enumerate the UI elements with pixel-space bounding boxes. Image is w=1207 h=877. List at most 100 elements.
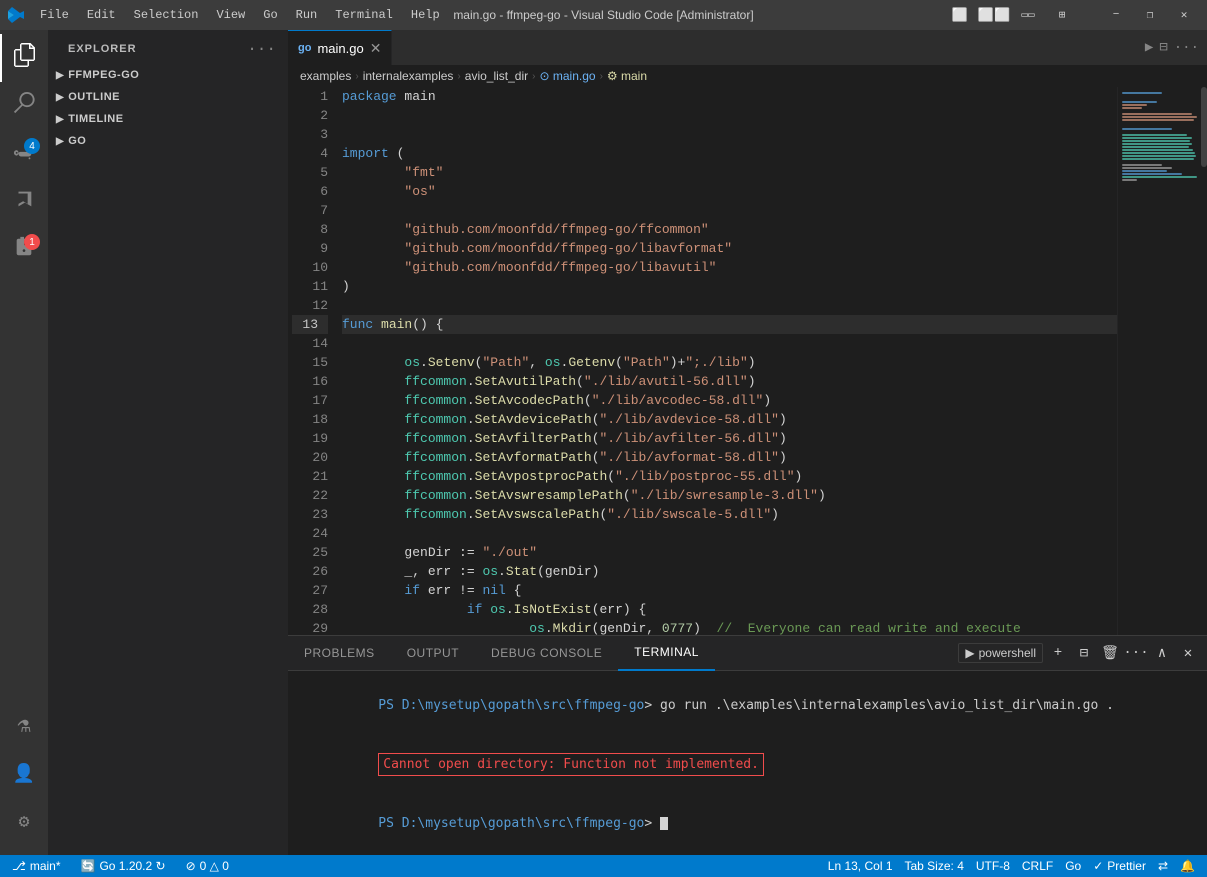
tab-main-go[interactable]: go main.go ✕ (288, 30, 392, 65)
breadcrumb-mainfile[interactable]: ⊙ main.go (539, 69, 595, 83)
activity-explorer[interactable] (0, 34, 48, 82)
scrollbar-thumb[interactable] (1201, 87, 1207, 167)
panel-maximize-button[interactable]: ∧ (1151, 642, 1173, 664)
split-editor-icon[interactable]: ⊟ (1159, 39, 1167, 56)
code-line-11: ) (342, 277, 1117, 296)
code-line-29: os.Mkdir(genDir, 0777) // Everyone can r… (342, 619, 1117, 635)
activity-run[interactable] (0, 178, 48, 226)
layout-button[interactable]: ⬜ (945, 5, 975, 25)
activity-extensions[interactable]: 1 (0, 226, 48, 274)
code-line-16: ffcommon.SetAvutilPath("./lib/avutil-56.… (342, 372, 1117, 391)
trash-button[interactable]: 🗑 (1099, 642, 1121, 664)
sidebar-section-header-outline[interactable]: ▶ OUTLINE (48, 88, 288, 106)
code-line-15: os.Setenv("Path", os.Getenv("Path")+";./… (342, 353, 1117, 372)
source-control-badge: 4 (24, 138, 40, 154)
more-actions-icon[interactable]: ··· (1174, 40, 1199, 56)
menu-file[interactable]: File (32, 6, 77, 24)
ln-9: 9 (292, 239, 328, 258)
breadcrumb-internalexamples[interactable]: internalexamples (363, 69, 454, 83)
add-terminal-button[interactable]: + (1047, 642, 1069, 664)
menu-go[interactable]: Go (255, 6, 285, 24)
term-prompt-1: > go run .\examples\internalexamples\avi… (644, 698, 1114, 713)
split-editor-button[interactable]: ⬜⬜ (979, 5, 1009, 25)
maximize-panel-button[interactable]: ▭▭ (1013, 5, 1043, 25)
layout-options-button[interactable]: ⊞ (1047, 5, 1077, 25)
tab-problems[interactable]: PROBLEMS (288, 636, 391, 671)
activity-source-control[interactable]: 4 (0, 130, 48, 178)
code-content[interactable]: package main import ( "fmt" "os" "github… (338, 87, 1117, 635)
status-bar: ⎇ main* 🔄 Go 1.20.2 ↻ ⊘ 0 △ 0 Ln 13, Col… (0, 855, 1207, 877)
panel-actions: ▶ powershell + ⊟ 🗑 ··· ∧ ✕ (958, 642, 1207, 664)
activity-bar-bottom: ⚗ 👤 ⚙ (0, 703, 48, 855)
menu-edit[interactable]: Edit (79, 6, 124, 24)
ln-15: 15 (292, 353, 328, 372)
ln-29: 29 (292, 619, 328, 635)
activity-test[interactable]: ⚗ (0, 703, 48, 751)
panel: PROBLEMS OUTPUT DEBUG CONSOLE TERMINAL ▶… (288, 635, 1207, 855)
status-tab-size[interactable]: Tab Size: 4 (901, 855, 968, 877)
terminal-content[interactable]: PS D:\mysetup\gopath\src\ffmpeg-go> go r… (288, 671, 1207, 855)
breadcrumb-avio[interactable]: avio_list_dir (465, 69, 528, 83)
minimap-content (1118, 87, 1207, 186)
ln-16: 16 (292, 372, 328, 391)
tabs-bar: go main.go ✕ ▶ ⊟ ··· (288, 30, 1207, 65)
status-cursor-pos[interactable]: Ln 13, Col 1 (824, 855, 897, 877)
ln-5: 5 (292, 163, 328, 182)
breadcrumb-mainfunc[interactable]: ⚙ main (607, 69, 647, 83)
more-terminal-actions[interactable]: ··· (1125, 642, 1147, 664)
status-language[interactable]: Go (1061, 855, 1085, 877)
panel-close-button[interactable]: ✕ (1177, 642, 1199, 664)
sidebar-section-header-timeline[interactable]: ▶ TIMELINE (48, 110, 288, 128)
status-errors[interactable]: ⊘ 0 △ 0 (182, 855, 233, 877)
sidebar-section-header-go[interactable]: ▶ GO (48, 132, 288, 150)
sidebar-more-button[interactable]: ··· (247, 40, 276, 58)
status-eol[interactable]: CRLF (1018, 855, 1057, 877)
activity-account[interactable]: 👤 (0, 751, 48, 799)
activity-search[interactable] (0, 82, 48, 130)
ln-10: 10 (292, 258, 328, 277)
minimap[interactable] (1117, 87, 1207, 635)
breadcrumb-examples[interactable]: examples (300, 69, 351, 83)
menu-help[interactable]: Help (403, 6, 448, 24)
sidebar-section-header-ffmpeg[interactable]: ▶ FFMPEG-GO (48, 66, 288, 84)
status-sync[interactable]: 🔄 Go 1.20.2 ↻ (77, 855, 170, 877)
account-icon: 👤 (13, 766, 35, 784)
status-notifications[interactable]: 🔔 (1176, 855, 1199, 877)
powershell-button[interactable]: ▶ powershell (958, 643, 1043, 663)
menu-view[interactable]: View (208, 6, 253, 24)
code-line-8: "github.com/moonfdd/ffmpeg-go/ffcommon" (342, 220, 1117, 239)
encoding-label: UTF-8 (976, 859, 1010, 873)
ln-12: 12 (292, 296, 328, 315)
close-button[interactable]: ✕ (1169, 5, 1199, 25)
tab-terminal[interactable]: TERMINAL (618, 636, 715, 671)
menu-terminal[interactable]: Terminal (327, 6, 401, 24)
tab-close-button[interactable]: ✕ (370, 40, 382, 57)
split-terminal-button[interactable]: ⊟ (1073, 642, 1095, 664)
restore-button[interactable]: ❐ (1135, 5, 1165, 25)
ln-27: 27 (292, 581, 328, 600)
breadcrumb-sep-1: › (355, 71, 358, 82)
minimize-button[interactable]: − (1101, 5, 1131, 25)
status-prettier[interactable]: ✓ Prettier (1089, 855, 1150, 877)
explorer-icon (13, 43, 37, 73)
minimap-scrollbar[interactable] (1201, 87, 1207, 635)
chevron-right-icon-4: ▶ (56, 136, 64, 147)
code-editor[interactable]: 1 2 3 4 5 6 7 8 9 10 11 12 13 14 15 16 1 (288, 87, 1117, 635)
breadcrumb: examples › internalexamples › avio_list_… (288, 65, 1207, 87)
term-prompt-2: > (644, 816, 660, 831)
status-remote[interactable]: ⇄ (1154, 855, 1172, 877)
menu-run[interactable]: Run (288, 6, 326, 24)
menu-selection[interactable]: Selection (126, 6, 207, 24)
activity-settings[interactable]: ⚙ (0, 799, 48, 847)
chevron-right-icon-3: ▶ (56, 114, 64, 125)
run-button[interactable]: ▶ (1145, 39, 1153, 56)
tab-debug-console[interactable]: DEBUG CONSOLE (475, 636, 618, 671)
status-branch[interactable]: ⎇ main* (8, 855, 65, 877)
line-numbers: 1 2 3 4 5 6 7 8 9 10 11 12 13 14 15 16 1 (288, 87, 338, 635)
status-encoding[interactable]: UTF-8 (972, 855, 1014, 877)
sidebar-section-label-2: OUTLINE (68, 91, 120, 103)
shell-label: powershell (979, 646, 1036, 660)
tab-output[interactable]: OUTPUT (391, 636, 475, 671)
code-line-20: ffcommon.SetAvformatPath("./lib/avformat… (342, 448, 1117, 467)
ln-4: 4 (292, 144, 328, 163)
